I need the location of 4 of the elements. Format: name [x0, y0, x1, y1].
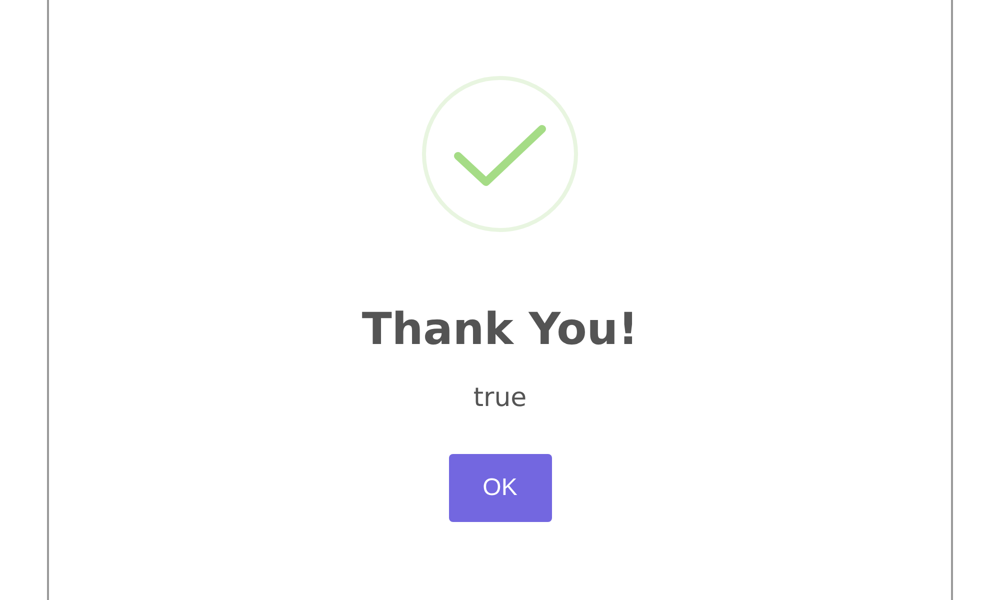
dialog-title: Thank You!: [362, 303, 638, 357]
success-check-icon: [420, 74, 580, 234]
dialog-message: true: [473, 382, 527, 415]
ok-button[interactable]: OK: [448, 454, 552, 522]
